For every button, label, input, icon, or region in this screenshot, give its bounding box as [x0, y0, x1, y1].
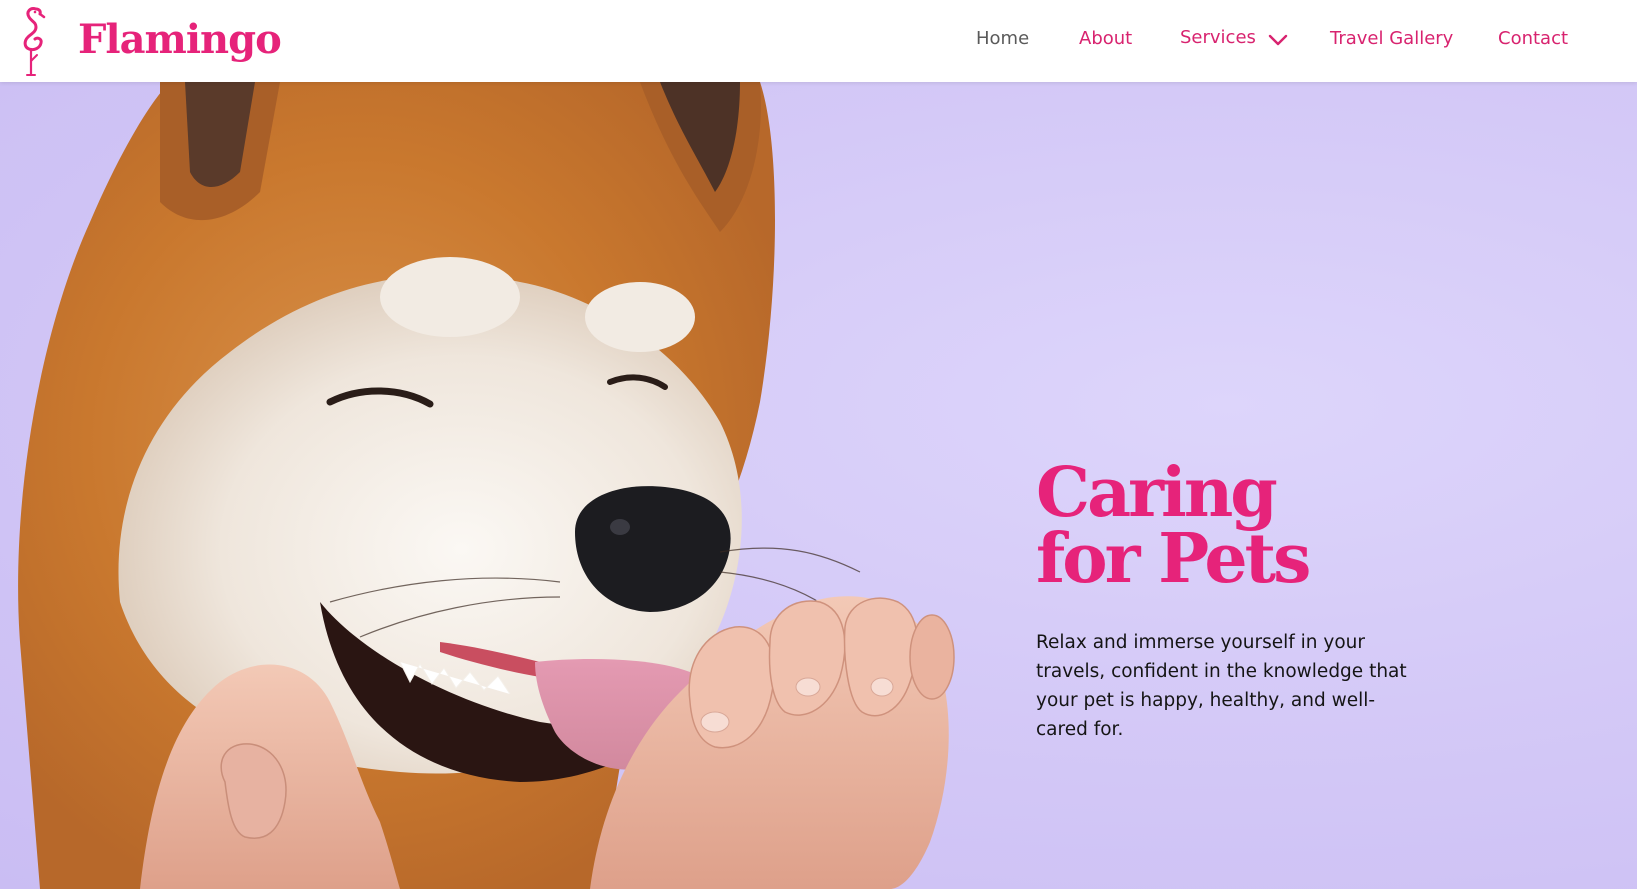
nav-services[interactable]: Services: [1180, 25, 1288, 51]
main-nav: Home About Services Travel Gallery Conta…: [0, 0, 1637, 80]
nav-services-label: Services: [1180, 27, 1256, 48]
nav-contact[interactable]: Contact: [1498, 26, 1568, 52]
nav-travel-gallery[interactable]: Travel Gallery: [1330, 26, 1453, 52]
hero-section: Caring for Pets Relax and immerse yourse…: [0, 82, 1637, 889]
hero-title: Caring for Pets: [1036, 453, 1311, 599]
page: Flamingo Home About Services Travel Gall…: [0, 0, 1637, 889]
chevron-down-icon: [1268, 34, 1288, 46]
hero-title-line-2: for Pets: [1036, 519, 1311, 599]
hero-description: Relax and immerse yourself in your trave…: [1036, 632, 1407, 740]
site-header: Flamingo Home About Services Travel Gall…: [0, 0, 1637, 82]
shiba-inu-dog-photo: [18, 82, 955, 889]
nav-home[interactable]: Home: [976, 26, 1029, 52]
hero-title-line-1: Caring: [1036, 453, 1278, 533]
hero-image: [0, 82, 1000, 889]
nav-about[interactable]: About: [1079, 26, 1132, 52]
